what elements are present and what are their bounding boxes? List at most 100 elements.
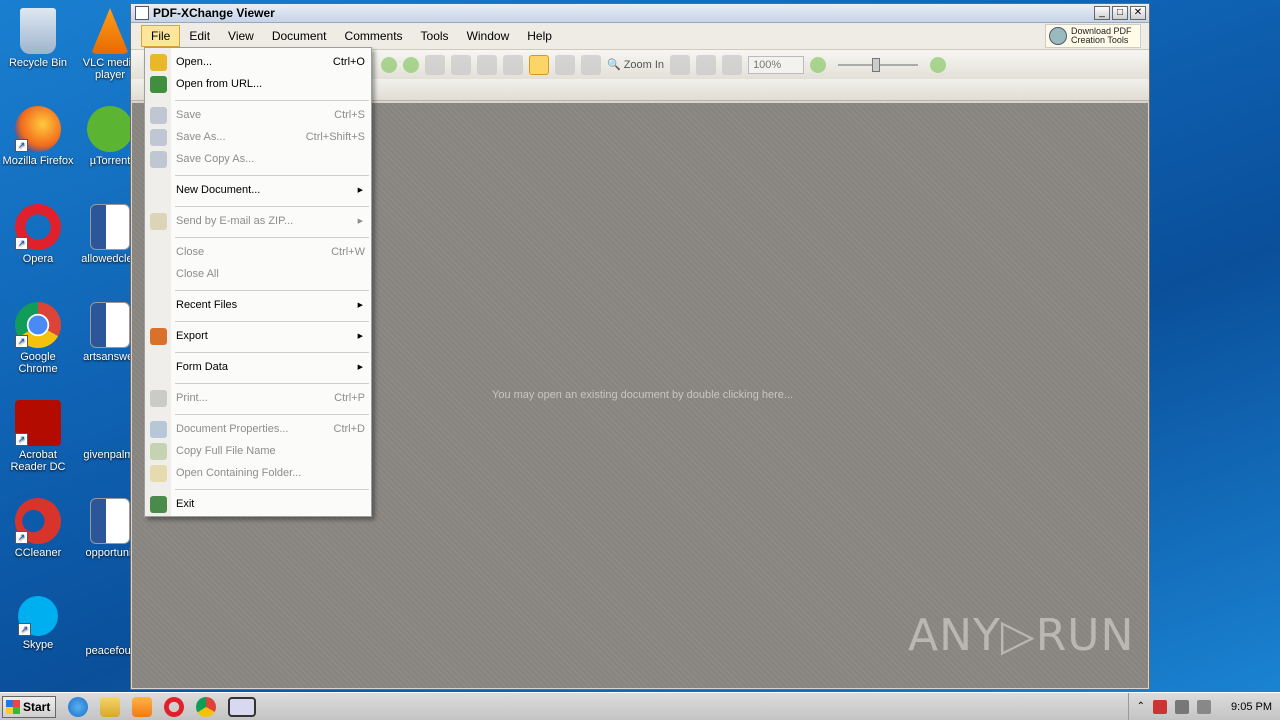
network-icon[interactable]	[1175, 699, 1190, 714]
show-hidden-icons-icon[interactable]: ⌃	[1137, 701, 1145, 712]
maximize-button[interactable]: □	[1112, 6, 1128, 20]
menu-tools[interactable]: Tools	[412, 26, 458, 46]
desktop-icon-ccleaner[interactable]: ↗ CCleaner	[0, 498, 76, 559]
menu-window[interactable]: Window	[458, 26, 519, 46]
menu-separator	[175, 383, 369, 384]
skype-icon: ↗	[18, 596, 58, 636]
rotate-icon[interactable]	[503, 54, 523, 75]
action-center-flag-icon[interactable]	[1153, 699, 1168, 714]
anyrun-watermark: ANY▷RUN	[908, 610, 1135, 661]
zoom-slider[interactable]	[838, 57, 919, 72]
desktop-icon-skype[interactable]: ↗ Skype	[0, 596, 76, 651]
snapshot-icon[interactable]	[581, 54, 601, 75]
menu-separator	[175, 489, 369, 490]
word-document-icon	[90, 204, 130, 250]
fit-page-icon[interactable]	[477, 54, 497, 75]
promo-line-2: Creation Tools	[1071, 35, 1129, 45]
copy-name-icon	[150, 442, 167, 460]
menu-item-label: Save Copy As...	[176, 153, 255, 165]
menu-item-shortcut: Ctrl+O	[332, 56, 365, 68]
zoom-slider-knob[interactable]	[872, 57, 881, 72]
menu-item-open-from-url[interactable]: Open from URL...	[145, 74, 371, 94]
window-controls: _ □ ✕	[1094, 6, 1146, 20]
menu-file[interactable]: File	[141, 25, 181, 47]
save-icon	[150, 106, 167, 124]
volume-icon[interactable]	[1197, 699, 1212, 714]
start-button[interactable]: Start	[2, 695, 56, 718]
menu-help[interactable]: Help	[518, 26, 561, 46]
menu-separator	[175, 414, 369, 415]
start-label: Start	[23, 699, 51, 714]
actual-size-icon[interactable]	[670, 54, 691, 75]
desktop-icon-label: Google Chrome	[18, 351, 58, 375]
hand-tool-icon[interactable]	[529, 54, 549, 75]
exit-icon	[150, 495, 167, 513]
desktop-icon-label: Acrobat Reader DC	[10, 449, 66, 473]
back-icon[interactable]	[381, 56, 397, 73]
undo-icon[interactable]	[425, 54, 445, 75]
menu-item-open[interactable]: Open... Ctrl+O	[145, 52, 371, 72]
zoom-plus-icon[interactable]	[930, 56, 947, 73]
title-bar[interactable]: PDF-XChange Viewer _ □ ✕	[131, 4, 1149, 23]
ie-icon[interactable]	[68, 696, 88, 717]
folder-icon	[150, 464, 167, 482]
minimize-button[interactable]: _	[1094, 6, 1110, 20]
menu-item-close: Close Ctrl+W	[145, 242, 371, 262]
desktop-icon-chrome[interactable]: ↗ Google Chrome	[0, 302, 76, 375]
clock[interactable]: 9:05 PM	[1231, 701, 1272, 713]
explorer-icon[interactable]	[100, 696, 120, 717]
menu-edit[interactable]: Edit	[180, 26, 219, 46]
desktop-icon-firefox[interactable]: ↗ Mozilla Firefox	[0, 106, 76, 167]
fit-width-icon[interactable]	[696, 54, 717, 75]
chrome-taskbar-icon[interactable]	[196, 696, 216, 717]
menu-item-export[interactable]: Export ▶	[145, 326, 371, 346]
menu-item-copy-full-file-name: Copy Full File Name	[145, 441, 371, 461]
utorrent-icon	[87, 106, 133, 152]
app-icon	[135, 6, 149, 20]
ccleaner-icon: ↗	[15, 498, 61, 544]
pdf-xchange-taskbar-button[interactable]	[228, 696, 256, 717]
desktop-icon-recycle-bin[interactable]: Recycle Bin	[0, 8, 76, 69]
desktop-icon-opera[interactable]: ↗ Opera	[0, 204, 76, 265]
download-pdf-tools-button[interactable]: Download PDF Creation Tools	[1045, 24, 1141, 48]
menu-separator	[175, 206, 369, 207]
menu-item-shortcut: Ctrl+Shift+S	[305, 131, 365, 143]
menu-item-label: Recent Files	[176, 299, 238, 311]
desktop-icon-acrobat[interactable]: ↗ Acrobat Reader DC	[0, 400, 76, 473]
menu-item-label: Document Properties...	[176, 423, 289, 435]
select-text-icon[interactable]	[555, 54, 575, 75]
menu-separator	[175, 290, 369, 291]
submenu-arrow-icon: ▶	[357, 364, 363, 371]
zoom-out-icon[interactable]	[810, 56, 827, 73]
zoom-level-input[interactable]: 100%	[748, 55, 805, 74]
menu-item-label: New Document...	[176, 184, 261, 196]
submenu-arrow-icon: ▶	[357, 218, 363, 225]
zoom-in-tool[interactable]: 🔍 Zoom In	[607, 58, 665, 72]
recycle-bin-icon	[20, 8, 56, 54]
menu-item-form-data[interactable]: Form Data ▶	[145, 357, 371, 377]
menu-comments[interactable]: Comments	[336, 26, 412, 46]
open-document-hint[interactable]: You may open an existing document by dou…	[492, 389, 793, 401]
media-player-icon[interactable]	[132, 696, 152, 717]
forward-icon[interactable]	[403, 56, 419, 73]
redo-icon[interactable]	[451, 54, 471, 75]
open-folder-icon	[150, 53, 167, 71]
menu-item-exit[interactable]: Exit	[145, 494, 371, 514]
desktop-icon-label: Skype	[22, 639, 54, 651]
shortcut-arrow-icon: ↗	[15, 531, 28, 544]
fit-visible-icon[interactable]	[722, 54, 743, 75]
file-menu: Open... Ctrl+O Open from URL... Save Ctrl+S S…	[144, 47, 372, 517]
system-tray: ⌃ 9:05 PM	[1127, 693, 1280, 720]
menu-view[interactable]: View	[219, 26, 263, 46]
menu-item-recent-files[interactable]: Recent Files ▶	[145, 295, 371, 315]
menu-document[interactable]: Document	[263, 26, 336, 46]
desktop-icon-label: Recycle Bin	[8, 57, 68, 69]
close-button[interactable]: ✕	[1130, 6, 1146, 20]
opera-taskbar-icon[interactable]	[164, 696, 184, 717]
menu-item-new-document[interactable]: New Document... ▶	[145, 180, 371, 200]
shortcut-arrow-icon: ↗	[15, 237, 28, 250]
zoom-in-label: Zoom In	[623, 58, 665, 71]
menu-item-save: Save Ctrl+S	[145, 105, 371, 125]
magnifier-icon: 🔍	[607, 59, 621, 71]
desktop-icon-label: Opera	[22, 253, 54, 265]
